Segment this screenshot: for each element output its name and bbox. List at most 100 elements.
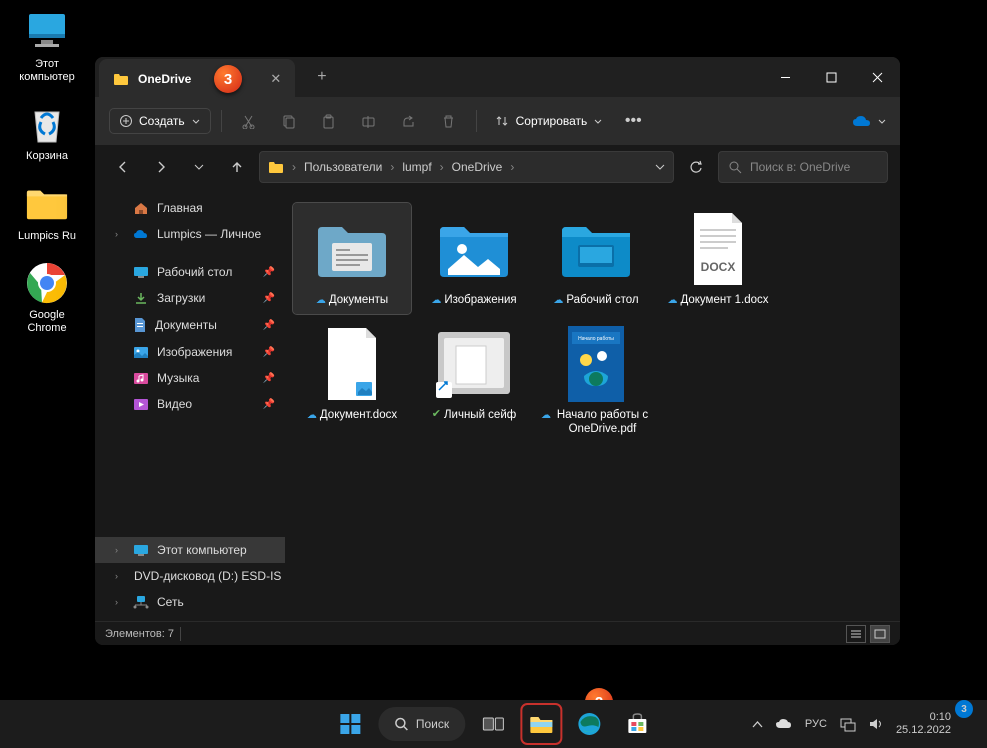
icons-view-button[interactable] [870, 625, 890, 643]
recent-button[interactable] [183, 151, 215, 183]
pdf-thumb-icon: Начало работы [556, 324, 636, 404]
forward-button[interactable] [145, 151, 177, 183]
rename-button[interactable] [352, 104, 386, 138]
close-tab-icon[interactable]: ✕ [270, 71, 281, 87]
share-button[interactable] [392, 104, 426, 138]
docx-icon: DOCX [678, 209, 758, 289]
desktop-label: Lumpics Ru [18, 230, 76, 243]
onedrive-status-button[interactable] [852, 115, 886, 128]
refresh-button[interactable] [680, 151, 712, 183]
pin-icon: 📌 [263, 320, 275, 331]
taskview-button[interactable] [473, 704, 513, 744]
edge-taskbar-button[interactable] [569, 704, 609, 744]
paste-button[interactable] [312, 104, 346, 138]
check-icon: ✔ [432, 408, 441, 422]
delete-button[interactable] [432, 104, 466, 138]
maximize-button[interactable] [808, 60, 854, 94]
network-icon [133, 595, 149, 609]
status-bar: Элементов: 7 [95, 621, 900, 645]
sidebar-pictures[interactable]: Изображения📌 [95, 339, 285, 365]
file-item[interactable]: DOCX ☁Документ 1.docx [659, 203, 777, 314]
chevron-down-icon [192, 119, 200, 124]
copy-button[interactable] [272, 104, 306, 138]
details-view-button[interactable] [846, 625, 866, 643]
desktop-icon-thispc[interactable]: Этот компьютер [14, 10, 80, 84]
cloud-icon [133, 229, 149, 240]
search-input[interactable]: Поиск в: OneDrive [718, 151, 888, 183]
network-icon[interactable] [839, 717, 856, 732]
vault-icon [434, 324, 514, 404]
sidebar-videos[interactable]: Видео📌 [95, 391, 285, 417]
sidebar-documents[interactable]: Документы📌 [95, 311, 285, 339]
taskbar-search[interactable]: Поиск [378, 707, 465, 741]
desktop-label: Google Chrome [14, 309, 80, 335]
chevron-down-icon[interactable] [655, 164, 665, 170]
pin-icon: 📌 [263, 347, 275, 358]
svg-text:Начало работы: Начало работы [578, 336, 614, 342]
folder-icon [268, 160, 284, 174]
sidebar-downloads[interactable]: Загрузки📌 [95, 285, 285, 311]
chrome-icon [25, 261, 69, 305]
desktop-icon-chrome[interactable]: Google Chrome [14, 261, 80, 335]
sidebar-dvd[interactable]: ›DVD-дисковод (D:) ESD-IS [95, 563, 285, 589]
folder-documents-icon [312, 209, 392, 289]
explorer-taskbar-button[interactable] [521, 704, 561, 744]
file-item[interactable]: ☁Рабочий стол [537, 203, 655, 314]
sort-button[interactable]: Сортировать [487, 109, 611, 133]
chevron-up-icon[interactable] [752, 721, 763, 728]
desktop-label: Этот компьютер [14, 58, 80, 84]
home-icon [133, 201, 149, 215]
file-area[interactable]: ☁Документы ☁Изображения ☁Рабочий стол DO… [285, 189, 900, 621]
video-icon [133, 398, 149, 411]
pc-icon [133, 544, 149, 557]
file-item[interactable]: Начало работы ☁Начало работы с OneDrive.… [537, 318, 655, 443]
cloud-icon[interactable] [775, 718, 793, 730]
up-button[interactable] [221, 151, 253, 183]
file-item[interactable]: ☁Документ.docx [293, 318, 411, 443]
toolbar: Создать Сортировать ••• [95, 97, 900, 145]
sidebar-music[interactable]: Музыка📌 [95, 365, 285, 391]
item-count: Элементов: 7 [105, 628, 174, 640]
new-tab-button[interactable]: + [317, 68, 326, 86]
search-icon [394, 717, 408, 731]
volume-icon[interactable] [868, 717, 884, 731]
file-item[interactable]: ☁Изображения [415, 203, 533, 314]
address-bar[interactable]: › Пользователи › lumpf › OneDrive › [259, 151, 674, 183]
pin-icon: 📌 [263, 373, 275, 384]
cloud-icon [852, 115, 872, 128]
cut-button[interactable] [232, 104, 266, 138]
desktop-icons: Этот компьютер Корзина Lumpics Ru Google… [14, 10, 80, 335]
back-button[interactable] [107, 151, 139, 183]
pc-icon [25, 10, 69, 54]
recycle-icon [25, 102, 69, 146]
file-item[interactable]: ☁Документы [293, 203, 411, 314]
window-controls [762, 60, 900, 94]
tab-title: OneDrive [138, 72, 191, 86]
download-icon [133, 291, 149, 305]
language-indicator[interactable]: РУС [805, 718, 827, 730]
sidebar-onedrive-personal[interactable]: ›Lumpics — Личное [95, 221, 285, 247]
explorer-window: OneDrive ✕ + Создать Сортировать ••• [95, 57, 900, 645]
close-button[interactable] [854, 60, 900, 94]
sidebar-thispc[interactable]: ›Этот компьютер [95, 537, 285, 563]
plus-circle-icon [120, 115, 132, 127]
desktop-icon-recycle[interactable]: Корзина [14, 102, 80, 163]
notification-badge[interactable]: 3 [955, 700, 973, 718]
window-tab[interactable]: OneDrive ✕ [99, 59, 295, 99]
clock[interactable]: 0:10 25.12.2022 [896, 711, 951, 737]
minimize-button[interactable] [762, 60, 808, 94]
desktop-icon [133, 266, 149, 278]
create-button[interactable]: Создать [109, 108, 211, 134]
sidebar-home[interactable]: Главная [95, 195, 285, 221]
taskbar: Поиск РУС 0:10 25.12.2022 3 [0, 700, 987, 748]
sidebar-desktop[interactable]: Рабочий стол📌 [95, 259, 285, 285]
store-taskbar-button[interactable] [617, 704, 657, 744]
sort-icon [495, 114, 509, 128]
annotation-marker-3: 3 [214, 65, 242, 93]
sidebar-network[interactable]: ›Сеть [95, 589, 285, 615]
start-button[interactable] [330, 704, 370, 744]
file-item[interactable]: ✔Личный сейф [415, 318, 533, 443]
more-button[interactable]: ••• [616, 104, 650, 138]
desktop-icon-folder[interactable]: Lumpics Ru [14, 182, 80, 243]
pin-icon: 📌 [263, 293, 275, 304]
